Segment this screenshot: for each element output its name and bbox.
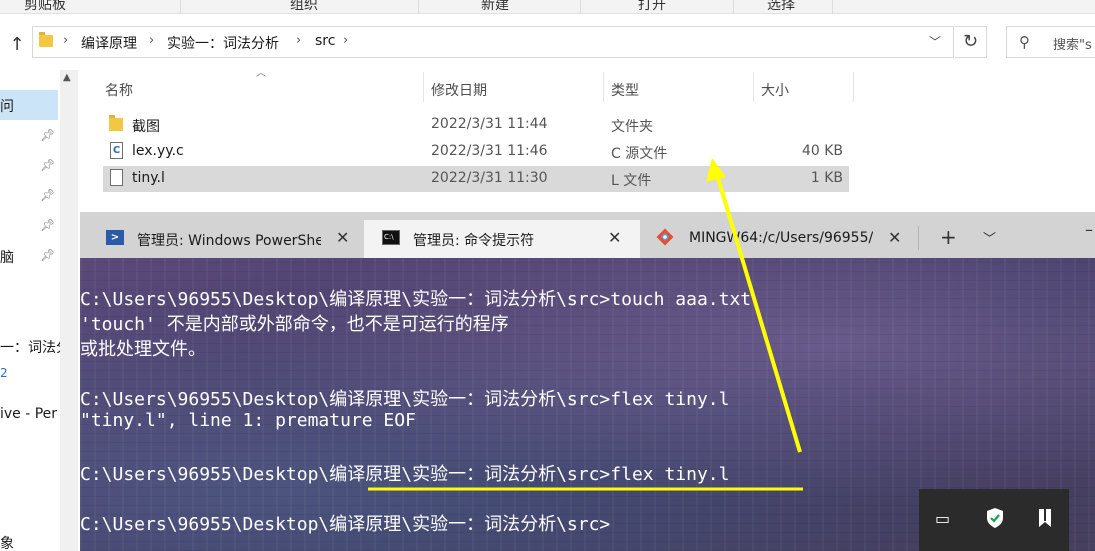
ribbon-open-label: 打开	[638, 0, 666, 13]
file-name: 截图	[132, 119, 160, 135]
security-shield-icon[interactable]	[985, 507, 1005, 529]
pin-icon: 📌︎	[40, 218, 56, 232]
breadcrumb-item[interactable]: 实验一：词法分析	[167, 33, 279, 53]
console-line: 或批处理文件。	[80, 339, 206, 360]
refresh-button[interactable]: ↻	[955, 26, 987, 58]
nav-item-label[interactable]: 脑	[0, 247, 14, 267]
system-tray: ▭	[919, 489, 1069, 551]
file-size: 1 KB	[810, 170, 843, 186]
tab-title: 管理员: 命令提示符	[413, 233, 535, 249]
chevron-down-icon[interactable]: ﹀	[983, 228, 996, 247]
breadcrumb-item[interactable]: 编译原理	[81, 33, 137, 53]
breadcrumb-item[interactable]: src	[315, 33, 335, 49]
ribbon-select-label: 选择	[767, 0, 795, 13]
file-icon	[110, 169, 123, 186]
address-bar[interactable]: › 编译原理 › 实验一：词法分析 › src › ﹀	[32, 26, 954, 58]
file-row[interactable]: 截图 2022/3/31 11:44 文件夹	[103, 112, 849, 138]
chevron-right-icon[interactable]: ›	[63, 33, 68, 48]
tab-mingw64[interactable]: MINGW64:/c/Users/96955/D ✕	[640, 220, 916, 258]
cmd-icon: C:\	[382, 230, 400, 245]
nav-item-label[interactable]: 象	[0, 533, 14, 551]
console-line: C:\Users\96955\Desktop\编译原理\实验一：词法分析\src…	[80, 464, 730, 485]
file-type: 文件夹	[611, 119, 653, 135]
chevron-right-icon[interactable]: ›	[149, 33, 154, 48]
search-placeholder: 搜索"s	[1053, 38, 1092, 53]
scroll-up-icon[interactable]: ▲	[63, 72, 71, 83]
file-name: tiny.l	[132, 170, 165, 186]
close-icon[interactable]: ✕	[888, 228, 901, 247]
c-source-file-icon: C	[110, 142, 123, 159]
file-row[interactable]: C lex.yy.c 2022/3/31 11:46 C 源文件 40 KB	[103, 139, 849, 165]
battery-icon[interactable]: ▭	[935, 509, 950, 528]
close-icon[interactable]: ✕	[608, 228, 621, 247]
git-bash-icon	[656, 228, 674, 246]
console-line: C:\Users\96955\Desktop\编译原理\实验一：词法分析\src…	[80, 389, 730, 410]
bookmark-icon[interactable]	[1037, 508, 1053, 528]
close-icon[interactable]: ✕	[336, 228, 349, 247]
folder-icon	[109, 115, 123, 131]
tab-title: 管理员: Windows PowerShell	[137, 233, 321, 249]
tab-powershell[interactable]: 管理员: Windows PowerShell ✕	[92, 220, 364, 258]
search-icon: ⚲	[1019, 33, 1030, 51]
pin-icon: 📌︎	[40, 248, 56, 262]
search-input[interactable]: ⚲ 搜索"s	[1006, 26, 1095, 58]
column-header-name[interactable]: 名称	[105, 80, 133, 100]
up-arrow-icon[interactable]: ↑	[6, 34, 28, 56]
pin-icon: 📌︎	[40, 158, 56, 172]
column-header-type[interactable]: 类型	[611, 80, 639, 100]
tab-command-prompt[interactable]: 管理员: 命令提示符 ✕	[364, 220, 640, 258]
new-tab-button[interactable]: +	[940, 225, 957, 249]
ribbon-clipboard-label: 剪贴板	[24, 0, 66, 13]
file-row-selected[interactable]: tiny.l 2022/3/31 11:30 L 文件 1 KB	[103, 166, 849, 192]
nav-scrollbar[interactable]: ▲	[60, 70, 78, 551]
file-type: C 源文件	[611, 146, 668, 162]
column-header-size[interactable]: 大小	[761, 80, 789, 100]
chevron-right-icon[interactable]: ›	[343, 33, 348, 48]
file-name: lex.yy.c	[132, 143, 184, 159]
nav-item-label[interactable]: 2	[0, 366, 8, 380]
terminal-tab-bar: 管理员: Windows PowerShell ✕ > 管理员: 命令提示符 ✕…	[80, 212, 1095, 258]
column-header-date[interactable]: 修改日期	[431, 80, 487, 100]
nav-item-label[interactable]: 问	[0, 96, 14, 116]
ribbon-new-label: 新建	[481, 0, 509, 13]
pin-icon: 📌︎	[40, 188, 56, 202]
file-date: 2022/3/31 11:46	[431, 143, 548, 159]
sort-ascending-icon: ︿	[256, 68, 266, 79]
console-line: "tiny.l", line 1: premature EOF	[80, 410, 416, 431]
nav-item-label[interactable]: ive - Per	[0, 406, 57, 422]
tab-title: MINGW64:/c/Users/96955/D	[689, 230, 873, 246]
chevron-down-icon[interactable]: ﹀	[929, 33, 941, 50]
console-line: C:\Users\96955\Desktop\编译原理\实验一：词法分析\src…	[80, 289, 752, 310]
console-line: C:\Users\96955\Desktop\编译原理\实验一：词法分析\src…	[80, 514, 611, 535]
chevron-right-icon[interactable]: ›	[296, 33, 301, 48]
file-size: 40 KB	[801, 143, 843, 159]
file-date: 2022/3/31 11:44	[431, 116, 548, 132]
file-date: 2022/3/31 11:30	[431, 170, 548, 186]
powershell-icon: >	[106, 230, 124, 245]
ribbon-organize-label: 组织	[290, 0, 318, 13]
folder-icon	[39, 32, 53, 47]
terminal-window: 管理员: Windows PowerShell ✕ > 管理员: 命令提示符 ✕…	[80, 212, 1095, 551]
pin-icon: 📌︎	[40, 128, 56, 142]
address-row: ↑ › 编译原理 › 实验一：词法分析 › src › ﹀ ↻ ⚲ 搜索"s	[0, 14, 1095, 70]
file-type: L 文件	[611, 173, 652, 189]
ribbon-group-labels: 剪贴板 组织 新建 打开 选择	[0, 0, 1095, 14]
minimize-button[interactable]: –	[1085, 220, 1093, 239]
console-line: 'touch' 不是内部或外部命令，也不是可运行的程序	[80, 314, 509, 335]
